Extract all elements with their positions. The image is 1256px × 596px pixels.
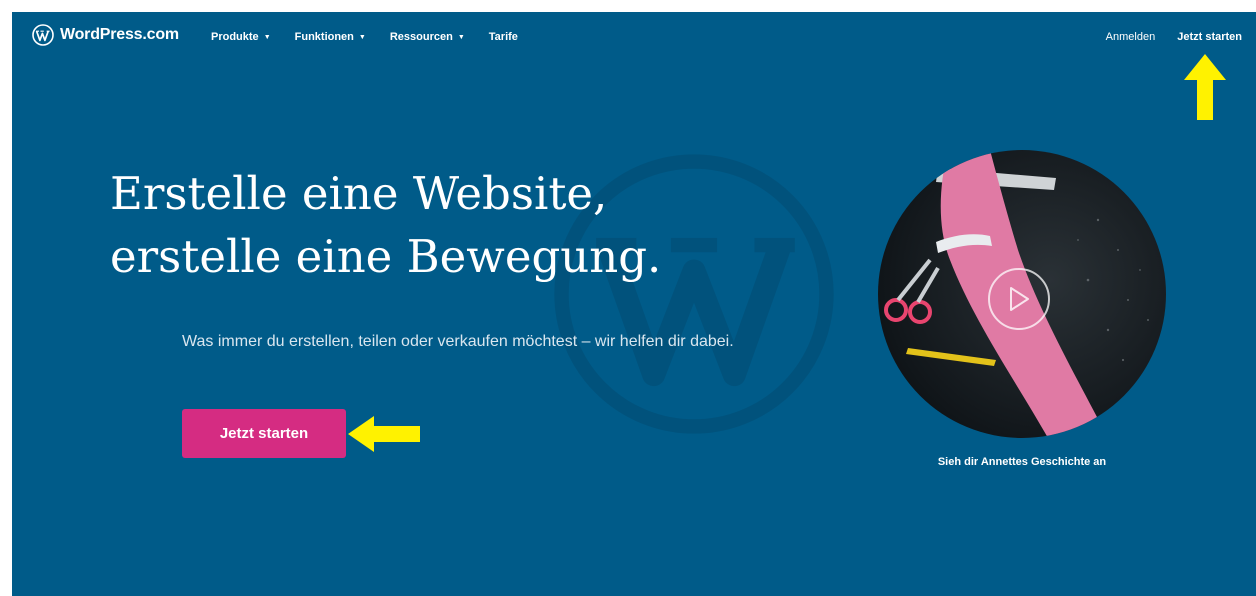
headline-line-2: erstelle eine Bewegung. — [110, 230, 662, 283]
caret-down-icon: ▼ — [457, 33, 465, 41]
get-started-button[interactable]: Jetzt starten — [182, 409, 346, 458]
brand-name: WordPress.com — [60, 26, 179, 43]
top-navigation: WordPress.com Produkte ▼ Funktionen ▼ Re… — [12, 12, 1256, 62]
headline-line-1: Erstelle eine Website, — [110, 167, 608, 220]
brand-link[interactable]: WordPress.com — [32, 24, 179, 46]
yellow-arrow-up-icon — [1184, 54, 1226, 120]
nav-actions: Anmelden Jetzt starten — [1106, 31, 1242, 43]
menu-item-produkte[interactable]: Produkte ▼ — [211, 31, 271, 43]
video-caption-link[interactable]: Sieh dir Annettes Geschichte an — [878, 456, 1166, 468]
menu-item-tarife[interactable]: Tarife — [489, 31, 518, 43]
video-thumbnail[interactable] — [878, 150, 1166, 438]
caret-down-icon: ▼ — [263, 33, 271, 41]
menu-item-label: Tarife — [488, 31, 518, 43]
menu-item-label: Ressourcen — [389, 31, 453, 43]
login-link[interactable]: Anmelden — [1106, 31, 1156, 43]
yellow-arrow-left-icon — [348, 416, 420, 452]
hero-subtext: Was immer du erstellen, teilen oder verk… — [182, 333, 734, 350]
get-started-link[interactable]: Jetzt starten — [1177, 31, 1242, 43]
hero-page: WordPress.com Produkte ▼ Funktionen ▼ Re… — [12, 12, 1256, 596]
caret-down-icon: ▼ — [358, 33, 366, 41]
menu-item-funktionen[interactable]: Funktionen ▼ — [295, 31, 366, 43]
play-button[interactable] — [988, 268, 1050, 330]
wordpress-logo-icon — [32, 24, 54, 46]
menu-item-label: Funktionen — [294, 31, 354, 43]
main-menu: Produkte ▼ Funktionen ▼ Ressourcen ▼ Tar… — [211, 31, 518, 43]
menu-item-label: Produkte — [211, 31, 259, 43]
hero-headline: Erstelle eine Website, erstelle eine Bew… — [110, 162, 661, 288]
menu-item-ressourcen[interactable]: Ressourcen ▼ — [390, 31, 465, 43]
play-icon — [1010, 287, 1029, 311]
